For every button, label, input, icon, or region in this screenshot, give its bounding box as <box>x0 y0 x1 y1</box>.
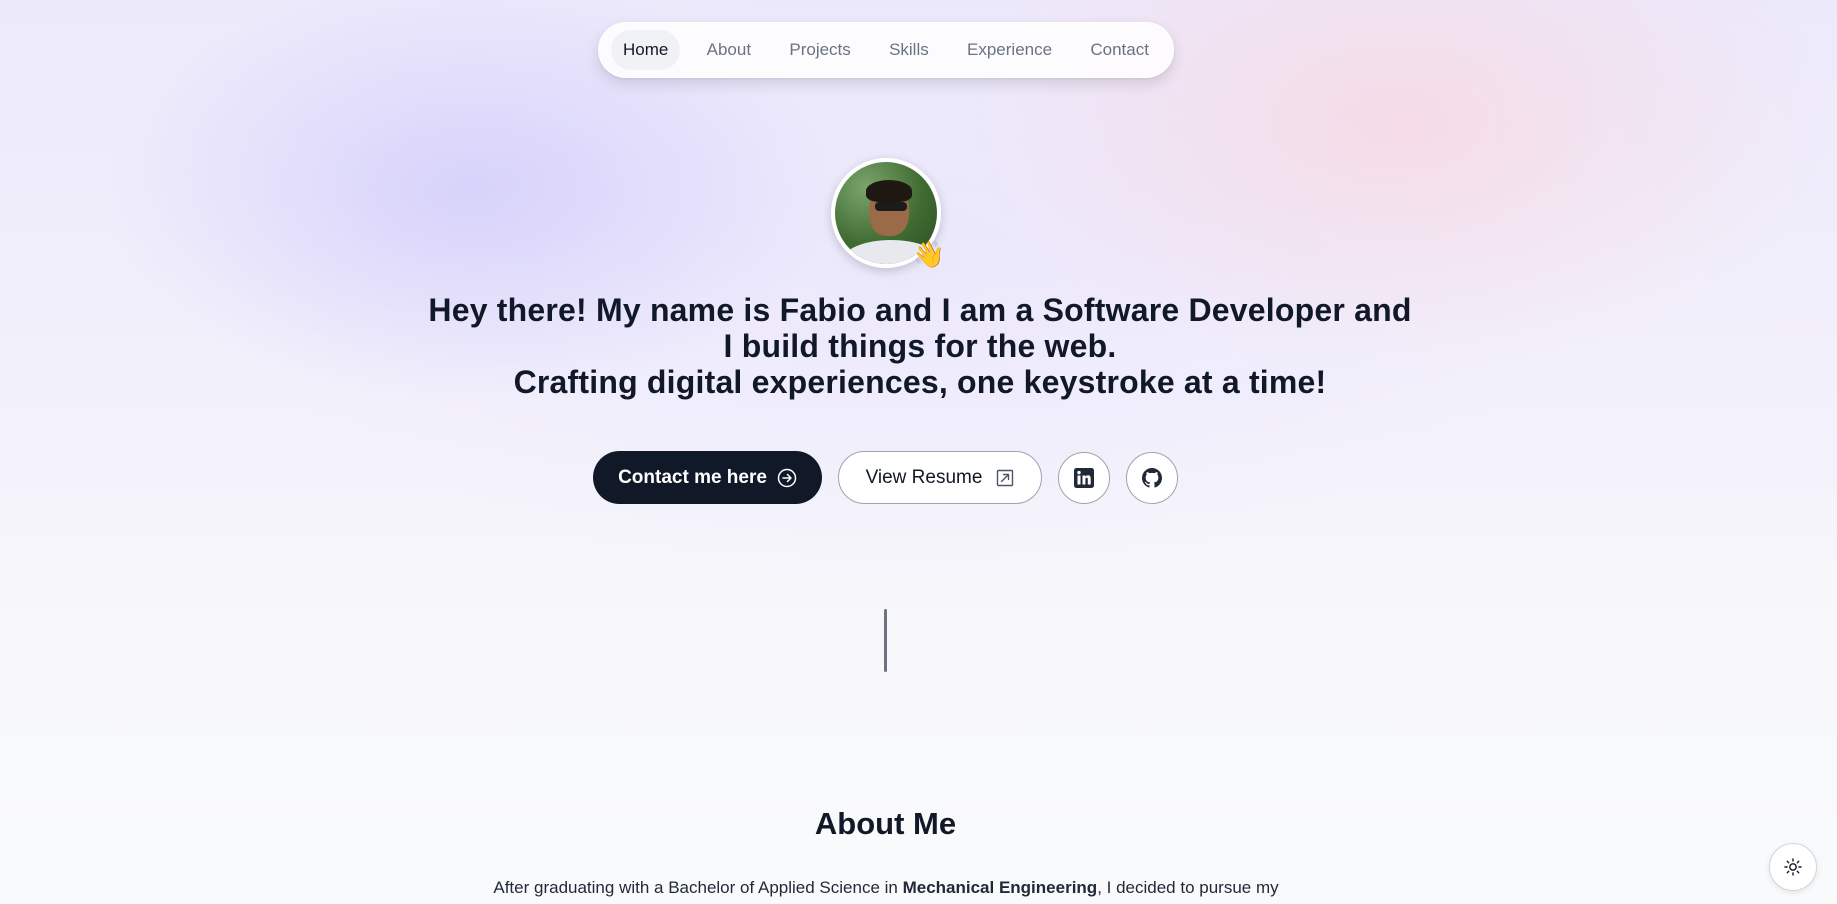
about-paragraph: After graduating with a Bachelor of Appl… <box>436 878 1336 898</box>
role-text: Software Developer <box>1042 292 1345 328</box>
greeting-text: Hey there! <box>428 292 587 328</box>
contact-button[interactable]: Contact me here <box>593 451 822 504</box>
contact-button-label: Contact me here <box>618 466 767 488</box>
sun-icon <box>1784 858 1802 876</box>
nav-item-contact[interactable]: Contact <box>1078 30 1161 70</box>
view-resume-label: View Resume <box>865 466 983 488</box>
about-section-title: About Me <box>814 806 957 841</box>
about-text-prefix: After graduating with a Bachelor of Appl… <box>493 878 903 897</box>
headline-text-1: My name is <box>586 292 780 328</box>
profile-avatar-container: 👋 <box>831 158 945 270</box>
scroll-indicator <box>884 609 887 672</box>
nav-item-home[interactable]: Home <box>611 30 681 70</box>
name-text: Fabio <box>779 292 866 328</box>
about-text-suffix: , I decided to pursue my <box>1097 878 1279 897</box>
theme-toggle-button[interactable] <box>1769 843 1817 891</box>
top-navigation: Home About Projects Skills Experience Co… <box>598 22 1174 78</box>
nav-item-projects[interactable]: Projects <box>777 30 862 70</box>
hero-tagline: Crafting digital experiences, one keystr… <box>513 364 1327 400</box>
about-text-bold: Mechanical Engineering <box>902 878 1098 897</box>
nav-item-skills[interactable]: Skills <box>877 30 941 70</box>
waving-hand-icon: 👋 <box>912 240 945 270</box>
linkedin-button[interactable] <box>1058 451 1110 504</box>
nav-item-about[interactable]: About <box>695 30 763 70</box>
view-resume-button[interactable]: View Resume <box>838 451 1042 504</box>
headline-text-2: and I am a <box>865 292 1043 328</box>
github-icon <box>1142 467 1162 488</box>
external-link-icon <box>997 469 1014 486</box>
linkedin-icon <box>1074 467 1094 488</box>
hero-actions: Contact me here View Resume <box>593 451 1178 504</box>
arrow-right-circle-icon <box>777 468 797 487</box>
nav-item-experience[interactable]: Experience <box>955 30 1064 70</box>
github-button[interactable] <box>1126 451 1178 504</box>
hero-headline: Hey there! My name is Fabio and I am a S… <box>420 292 1420 400</box>
